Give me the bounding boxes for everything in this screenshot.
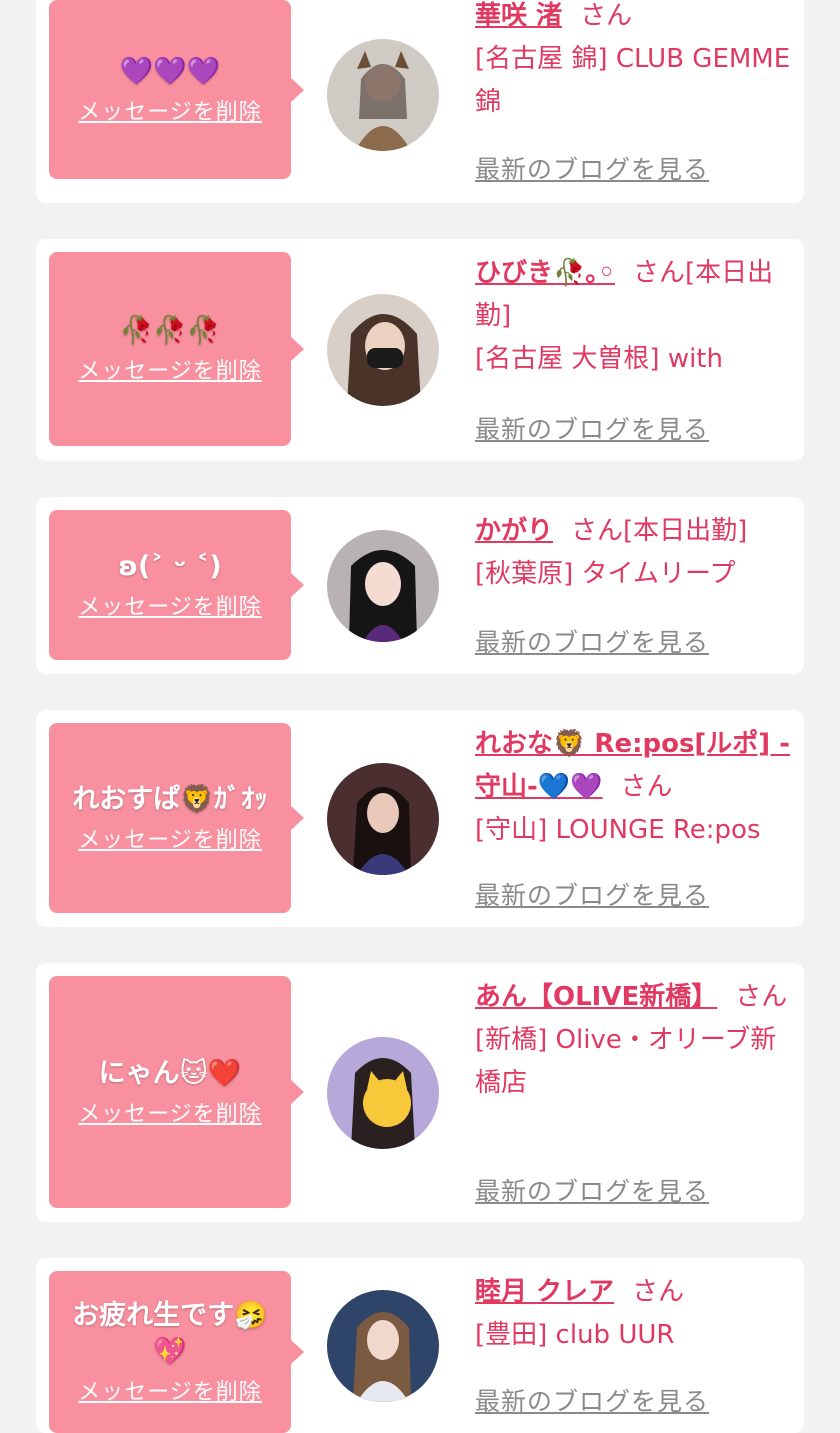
- delete-message-link[interactable]: メッセージを削除: [78, 589, 262, 621]
- latest-blog-link[interactable]: 最新のブログを見る: [475, 150, 709, 186]
- stamp-bubble: お疲れ生です🤧💖 メッセージを削除: [49, 1271, 304, 1433]
- stamp-bubble: 🥀🥀🥀 メッセージを削除: [49, 252, 304, 446]
- entry-info: 睦月 クレア さん [豊田] club UUR: [475, 1271, 793, 1357]
- entry-info: 華咲 渚さん [名古屋 錦] CLUB GEMME 錦: [475, 0, 793, 124]
- cast-name-link[interactable]: かがり: [475, 516, 553, 546]
- entry-info: れおな🦁 Re:pos[ルポ] -守山-💙💜 さん [守山] LOUNGE Re:…: [475, 723, 793, 852]
- entry-info: かがり さん[本日出勤] [秋葉原] タイムリープ: [475, 510, 793, 596]
- stamp-bubble: 💜💜💜 メッセージを削除: [49, 0, 304, 179]
- cast-name-link[interactable]: あん【OLIVE新橋】: [475, 982, 717, 1012]
- name-line: 睦月 クレア さん: [475, 1271, 793, 1314]
- shop-name: [秋葉原] タイムリープ: [475, 559, 736, 589]
- message-card: 🥀🥀🥀 メッセージを削除 ひびき🥀｡◦ さん[本日出勤] [名古屋 大曽根] wi…: [36, 239, 804, 461]
- honorific: さん: [620, 772, 673, 802]
- message-card: にゃん🐱❤️ メッセージを削除 あん【OLIVE新橋】 さん [新橋] Olive…: [36, 963, 804, 1222]
- stamp-bubble: にゃん🐱❤️ メッセージを削除: [49, 976, 304, 1208]
- delete-message-link[interactable]: メッセージを削除: [78, 353, 262, 385]
- latest-blog-link[interactable]: 最新のブログを見る: [475, 410, 709, 446]
- honorific: さん: [735, 982, 788, 1012]
- shop-name: [名古屋 錦] CLUB GEMME 錦: [475, 44, 791, 117]
- avatar[interactable]: [327, 294, 439, 406]
- honorific: さん: [580, 1, 633, 31]
- message-card: れおすぱ🦁ｶﾞｵｯ メッセージを削除 れおな🦁 Re:pos[ルポ] -守山-💙…: [36, 710, 804, 927]
- cast-name-link[interactable]: 華咲 渚: [475, 1, 562, 31]
- stamp-text: ʚ(˃ ᵕ ˂): [118, 551, 222, 582]
- latest-blog-link[interactable]: 最新のブログを見る: [475, 1382, 709, 1418]
- entry-info: ひびき🥀｡◦ さん[本日出勤] [名古屋 大曽根] with: [475, 252, 793, 381]
- delete-message-link[interactable]: メッセージを削除: [78, 822, 262, 854]
- stamp-text: 💜💜💜: [119, 55, 221, 87]
- latest-blog-link[interactable]: 最新のブログを見る: [475, 1172, 709, 1208]
- delete-message-link[interactable]: メッセージを削除: [78, 94, 262, 126]
- delete-message-link[interactable]: メッセージを削除: [78, 1374, 262, 1406]
- cast-name-link[interactable]: ひびき🥀｡◦: [475, 258, 615, 288]
- name-line: ひびき🥀｡◦ さん[本日出勤]: [475, 252, 793, 338]
- avatar[interactable]: [327, 763, 439, 875]
- latest-blog-link[interactable]: 最新のブログを見る: [475, 623, 709, 659]
- stamp-bubble: れおすぱ🦁ｶﾞｵｯ メッセージを削除: [49, 723, 304, 913]
- name-line: あん【OLIVE新橋】 さん: [475, 976, 793, 1019]
- message-card: 💜💜💜 メッセージを削除 華咲 渚さん [名古屋 錦] CLUB GEMME 錦…: [36, 0, 804, 203]
- honorific: さん: [632, 1277, 685, 1307]
- avatar[interactable]: [327, 39, 439, 151]
- avatar[interactable]: [327, 530, 439, 642]
- stamp-text: お疲れ生です🤧💖: [72, 1300, 268, 1367]
- latest-blog-link[interactable]: 最新のブログを見る: [475, 876, 709, 912]
- name-line: 華咲 渚さん: [475, 0, 793, 38]
- shop-name: [新橋] Olive・オリーブ新橋店: [475, 1025, 777, 1098]
- name-line: かがり さん[本日出勤]: [475, 510, 793, 553]
- avatar[interactable]: [327, 1290, 439, 1402]
- avatar[interactable]: [327, 1037, 439, 1149]
- message-card: お疲れ生です🤧💖 メッセージを削除 睦月 クレア さん [豊田] club UUR…: [36, 1258, 804, 1433]
- stamp-text: にゃん🐱❤️: [98, 1058, 242, 1089]
- stamp-text: 🥀🥀🥀: [119, 315, 221, 346]
- shop-name: [豊田] club UUR: [475, 1320, 675, 1350]
- shop-name: [名古屋 大曽根] with: [475, 344, 723, 374]
- stamp-text: れおすぱ🦁ｶﾞｵｯ: [72, 784, 268, 815]
- message-card: ʚ(˃ ᵕ ˂) メッセージを削除 かがり さん[本日出勤] [秋葉原] タイムリ…: [36, 497, 804, 674]
- delete-message-link[interactable]: メッセージを削除: [78, 1096, 262, 1128]
- name-line: れおな🦁 Re:pos[ルポ] -守山-💙💜 さん: [475, 723, 793, 809]
- honorific: さん[本日出勤]: [571, 516, 748, 546]
- stamp-bubble: ʚ(˃ ᵕ ˂) メッセージを削除: [49, 510, 304, 660]
- shop-name: [守山] LOUNGE Re:pos: [475, 815, 761, 845]
- entry-info: あん【OLIVE新橋】 さん [新橋] Olive・オリーブ新橋店: [475, 976, 793, 1105]
- cast-name-link[interactable]: 睦月 クレア: [475, 1277, 614, 1307]
